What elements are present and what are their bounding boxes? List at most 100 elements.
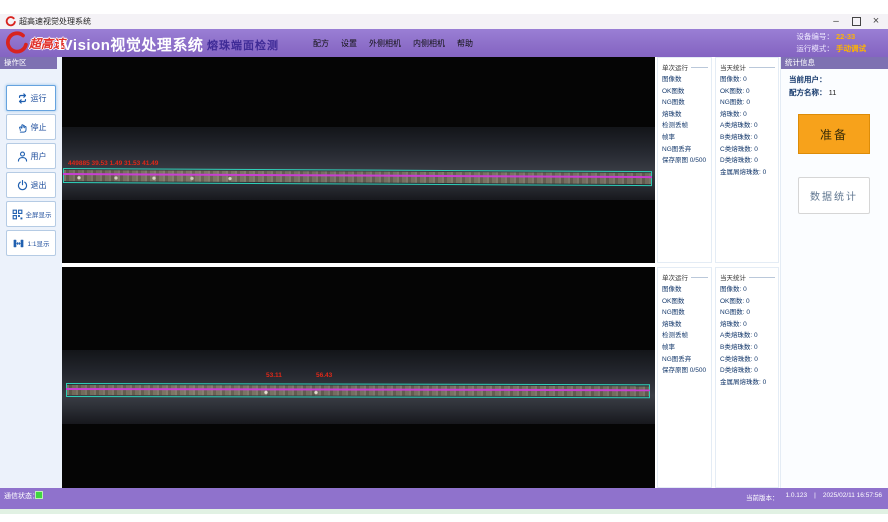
app-title: IVision视觉处理系统 — [58, 34, 203, 55]
recipe-name-value: 11 — [829, 88, 837, 97]
stat-row: A类熔珠数: 0 — [716, 330, 778, 342]
menu-item-settings[interactable]: 设置 — [341, 38, 357, 49]
run-button-label: 运行 — [31, 93, 47, 104]
one-to-one-button-label: 1:1显示 — [27, 238, 49, 248]
version-label: 当前版本： — [746, 492, 779, 502]
info-panel-title: 统计信息 — [781, 57, 888, 69]
menu-item-inner-camera[interactable]: 内侧相机 — [413, 38, 445, 49]
detection-box — [63, 168, 652, 186]
stat-row: NG图数 — [658, 97, 711, 109]
sidebar-title: 操作区 — [0, 57, 57, 69]
stop-button-label: 停止 — [31, 122, 47, 133]
minimize-button[interactable]: – — [828, 14, 844, 29]
fullscreen-button-label: 全屏显示 — [26, 209, 52, 219]
stat-row: OK图数: 0 — [716, 86, 778, 98]
stat-row: 金属屑熔珠数: 0 — [716, 377, 778, 389]
status-separator: | — [814, 492, 816, 502]
measurement-annotation: 449885 39.53 1.49 31.53 41.49 — [68, 160, 158, 167]
current-user-label: 当前用户： — [789, 75, 827, 84]
one-to-one-icon — [12, 237, 25, 250]
stats-panel-bottom: 单次运行 图像数 OK图数 NG图数 熔珠数 检测丢帧 帧率 NG图丢弃 保存原… — [656, 267, 780, 488]
detection-box — [66, 383, 650, 398]
version-value: 1.0.123 — [785, 492, 807, 502]
prepare-button[interactable]: 准备 — [798, 114, 870, 154]
comm-status-label: 通信状态： — [4, 491, 39, 501]
close-button[interactable]: × — [868, 14, 884, 29]
stat-row: 帧率 — [658, 132, 711, 144]
stat-row: 熔珠数 — [658, 109, 711, 121]
device-number-label: 设备编号： — [796, 32, 834, 41]
stat-row: 图像数: 0 — [716, 284, 778, 296]
stat-row: A类熔珠数: 0 — [716, 120, 778, 132]
sync-icon — [16, 92, 29, 105]
stat-row: 金属屑熔珠数: 0 — [716, 167, 778, 179]
user-button[interactable]: 用户 — [6, 143, 56, 169]
titlebar: 超高速视觉处理系统 – × — [0, 14, 888, 29]
menu-item-outer-camera[interactable]: 外侧相机 — [369, 38, 401, 49]
stat-row: 熔珠数: 0 — [716, 109, 778, 121]
stat-row: 熔珠数: 0 — [716, 319, 778, 331]
stat-row: OK图数: 0 — [716, 296, 778, 308]
app-subtitle: 熔珠端面检测 — [207, 37, 279, 53]
stat-row: NG图数: 0 — [716, 97, 778, 109]
exit-button[interactable]: 退出 — [6, 172, 56, 198]
stat-row: D类熔珠数: 0 — [716, 155, 778, 167]
camera-viewport-top: 449885 39.53 1.49 31.53 41.49 — [62, 57, 655, 263]
measurement-label-2: 56.43 — [316, 372, 332, 379]
today-header: 当天统计 — [716, 268, 778, 284]
status-bar: 通信状态： 当前版本： 1.0.123 | 2025/02/11 16:57:5… — [0, 488, 888, 509]
run-mode-label: 运行模式： — [796, 44, 834, 53]
menu-bar: 配方 设置 外侧相机 内侧相机 帮助 — [313, 29, 473, 57]
status-bar-right: 当前版本： 1.0.123 | 2025/02/11 16:57:56 — [746, 492, 882, 502]
today-column: 当天统计 图像数: 0 OK图数: 0 NG图数: 0 熔珠数: 0 A类熔珠数… — [715, 57, 779, 263]
fullscreen-icon — [11, 208, 24, 221]
run-button[interactable]: 运行 — [6, 85, 56, 111]
single-run-header: 单次运行 — [658, 58, 711, 74]
stat-row: B类熔珠数: 0 — [716, 342, 778, 354]
menu-item-recipe[interactable]: 配方 — [313, 38, 329, 49]
current-user-row: 当前用户： — [781, 73, 888, 86]
one-to-one-button[interactable]: 1:1显示 — [6, 230, 56, 256]
menu-item-help[interactable]: 帮助 — [457, 38, 473, 49]
stat-row: 检测丢帧 — [658, 330, 711, 342]
stat-row: 图像数 — [658, 74, 711, 86]
maximize-button[interactable] — [848, 14, 864, 29]
stat-row: OK图数 — [658, 296, 711, 308]
today-header: 当天统计 — [716, 58, 778, 74]
stat-row: 图像数 — [658, 284, 711, 296]
window-title: 超高速视觉处理系统 — [19, 16, 91, 27]
data-statistics-button[interactable]: 数据统计 — [798, 177, 870, 214]
stat-row: C类熔珠数: 0 — [716, 354, 778, 366]
device-info: 设备编号： 22-33 运行模式： 手动调试 — [796, 31, 866, 55]
hand-icon — [16, 121, 29, 134]
maximize-icon — [852, 17, 861, 26]
stat-row: NG图丢弃 — [658, 354, 711, 366]
stat-row: D类熔珠数: 0 — [716, 365, 778, 377]
stats-panel-top: 单次运行 图像数 OK图数 NG图数 熔珠数 检测丢帧 帧率 NG图丢弃 保存原… — [656, 57, 780, 263]
comm-status-indicator — [35, 491, 43, 499]
power-icon — [16, 179, 29, 192]
exit-button-label: 退出 — [31, 180, 47, 191]
app-header: 超高速 IVision视觉处理系统 熔珠端面检测 配方 设置 外侧相机 内侧相机… — [0, 29, 888, 57]
fullscreen-button[interactable]: 全屏显示 — [6, 201, 56, 227]
application-window: 超高速视觉处理系统 – × 超高速 IVision视觉处理系统 熔珠端面检测 配… — [0, 0, 888, 522]
operation-sidebar: 操作区 运行 停止 用户 退出 — [0, 57, 62, 488]
single-run-column: 单次运行 图像数 OK图数 NG图数 熔珠数 检测丢帧 帧率 NG图丢弃 保存原… — [657, 57, 712, 263]
stat-row: 帧率 — [658, 342, 711, 354]
stat-row: 检测丢帧 — [658, 120, 711, 132]
stat-row: 保存原图 0/500 — [658, 365, 711, 377]
device-number-value: 22-33 — [836, 32, 855, 41]
today-title: 当天统计 — [720, 62, 746, 72]
stat-row: B类熔珠数: 0 — [716, 132, 778, 144]
stat-row: NG图丢弃 — [658, 144, 711, 156]
stat-row: C类熔珠数: 0 — [716, 144, 778, 156]
datetime-value: 2025/02/11 16:57:56 — [823, 492, 882, 502]
stop-button[interactable]: 停止 — [6, 114, 56, 140]
stat-row: 图像数: 0 — [716, 74, 778, 86]
measurement-label-1: 53.11 — [266, 372, 282, 379]
brand-logo-icon — [3, 31, 28, 55]
single-run-title: 单次运行 — [662, 62, 688, 72]
single-run-column: 单次运行 图像数 OK图数 NG图数 熔珠数 检测丢帧 帧率 NG图丢弃 保存原… — [657, 267, 712, 488]
user-icon — [16, 150, 29, 163]
stat-row: OK图数 — [658, 86, 711, 98]
